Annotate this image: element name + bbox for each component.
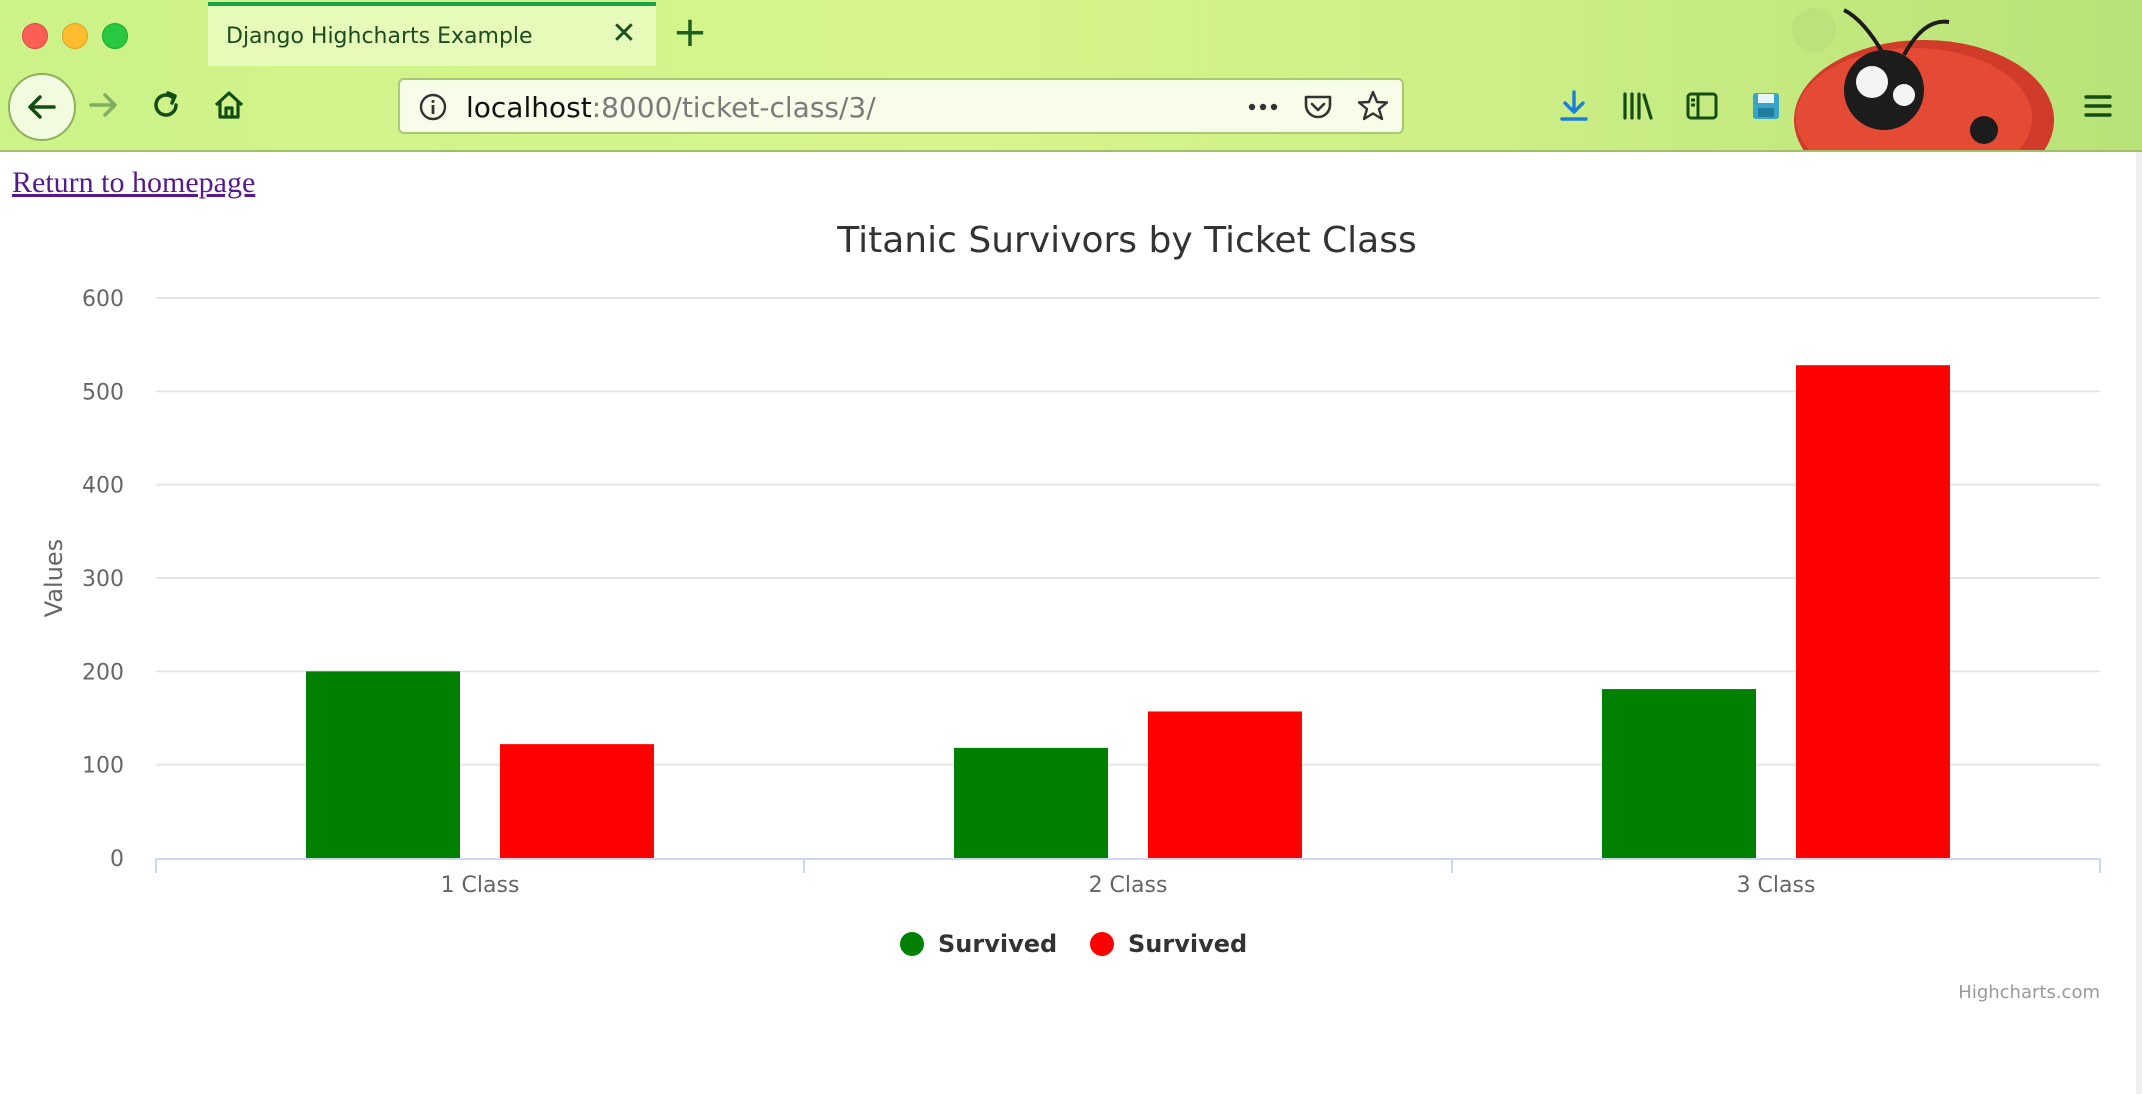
downloads-button[interactable] [1556, 88, 1592, 124]
hamburger-menu-icon [2084, 95, 2112, 117]
url-text[interactable]: localhost:8000/ticket-class/3/ [466, 91, 876, 124]
tab-title: Django Highcharts Example [226, 24, 533, 49]
home-button[interactable] [200, 76, 258, 134]
active-tab[interactable]: Django Highcharts Example ✕ [208, 2, 656, 66]
zoom-window-button[interactable] [102, 23, 128, 49]
x-tick-label: 3 Class [1737, 873, 1816, 898]
reload-button[interactable] [137, 76, 195, 134]
bar-green [954, 747, 1108, 858]
minimize-window-button[interactable] [62, 23, 88, 49]
bar-green [1602, 689, 1756, 858]
forward-arrow-icon [89, 93, 117, 117]
legend-marker [900, 932, 924, 956]
y-tick-label: 200 [82, 660, 124, 685]
new-tab-button[interactable]: + [672, 11, 708, 53]
bookmark-star-icon[interactable] [1356, 89, 1390, 123]
y-tick-label: 600 [82, 287, 124, 312]
close-tab-icon[interactable]: ✕ [610, 19, 638, 49]
address-bar[interactable]: localhost:8000/ticket-class/3/ [398, 78, 1404, 134]
back-arrow-icon [28, 95, 56, 119]
forward-button[interactable] [74, 76, 132, 134]
home-icon [214, 91, 244, 119]
y-tick-label: 0 [110, 847, 124, 872]
bar-red [1796, 365, 1950, 858]
page-content: Return to homepage Titanic Survivors by … [0, 152, 2142, 1094]
legend-marker [1090, 932, 1114, 956]
pocket-icon[interactable] [1302, 91, 1334, 123]
chart-title: Titanic Survivors by Ticket Class [836, 220, 1416, 261]
back-button[interactable] [8, 73, 76, 141]
bar-chart: Titanic Survivors by Ticket Class 0 100 200… [40, 220, 2101, 1003]
highcharts-credits: Highcharts.com [1958, 982, 2100, 1003]
url-host: localhost [466, 91, 592, 124]
menu-button[interactable] [2080, 88, 2116, 124]
url-path: :8000/ticket-class/3/ [591, 91, 876, 124]
legend-item-label: Survived [938, 930, 1057, 958]
reload-icon [154, 91, 178, 117]
library-button[interactable] [1620, 88, 1656, 124]
bar-red [500, 744, 654, 858]
y-tick-label: 500 [82, 380, 124, 405]
theme-ladybug-image [1792, 8, 2054, 150]
download-icon [1560, 90, 1588, 121]
bar-green [306, 671, 460, 858]
y-tick-label: 300 [82, 567, 124, 592]
x-tick-label: 1 Class [441, 873, 520, 898]
browser-chrome: Django Highcharts Example ✕ + localhost:… [0, 0, 2142, 152]
y-tick-label: 400 [82, 474, 124, 499]
library-icon [1623, 92, 1653, 120]
close-window-button[interactable] [22, 23, 48, 49]
y-axis-title: Values [40, 539, 68, 617]
site-info-icon[interactable] [418, 92, 448, 122]
sidebar-button[interactable] [1684, 88, 1720, 124]
page-actions-icon[interactable] [1246, 94, 1280, 120]
page-scrollbar[interactable] [2136, 152, 2142, 1094]
bar-red [1148, 711, 1302, 858]
x-tick-label: 2 Class [1089, 873, 1168, 898]
legend-item-label: Survived [1128, 930, 1247, 958]
sidebar-icon [1686, 92, 1718, 120]
y-tick-label: 100 [82, 754, 124, 779]
